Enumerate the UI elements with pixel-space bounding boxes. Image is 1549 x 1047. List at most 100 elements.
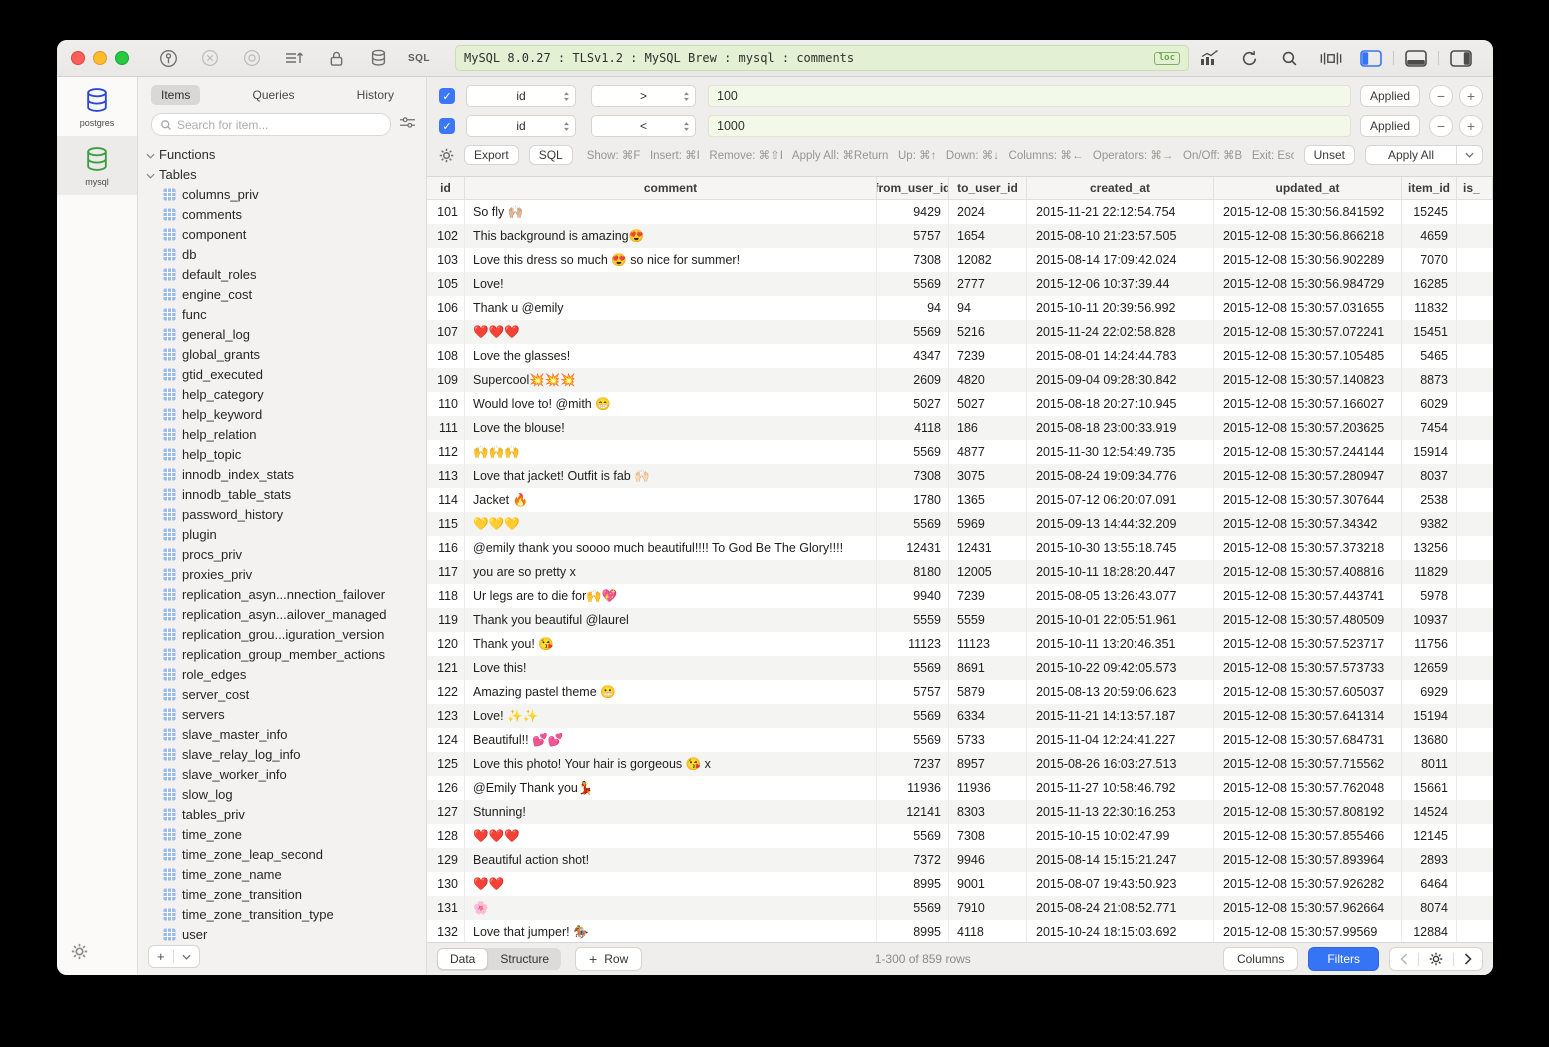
filter-value-input[interactable]: 100 [708, 85, 1351, 107]
sidebar-table-item[interactable]: time_zone_transition [138, 884, 426, 904]
filters-button[interactable]: Filters [1308, 947, 1379, 971]
remove-filter-button[interactable]: − [1429, 85, 1453, 107]
focus-frame-icon[interactable] [1309, 51, 1353, 66]
sidebar-table-item[interactable]: component [138, 224, 426, 244]
table-row[interactable]: 127 Stunning! 12141 8303 2015-11-13 22:3… [427, 800, 1493, 824]
column-header-comment[interactable]: comment [465, 177, 877, 199]
tab-queries[interactable]: Queries [242, 85, 304, 105]
tab-structure[interactable]: Structure [488, 948, 561, 970]
sidebar-table-item[interactable]: user [138, 924, 426, 944]
target-icon[interactable] [231, 49, 273, 67]
tab-data[interactable]: Data [437, 948, 488, 970]
table-row[interactable]: 121 Love this! 5569 8691 2015-10-22 09:4… [427, 656, 1493, 680]
sidebar-table-item[interactable]: time_zone_transition_type [138, 904, 426, 924]
table-row[interactable]: 107 ❤️❤️❤️ 5569 5216 2015-11-24 22:02:58… [427, 320, 1493, 344]
search-icon[interactable] [1269, 50, 1309, 67]
sidebar-table-item[interactable]: slave_relay_log_info [138, 744, 426, 764]
table-row[interactable]: 105 Love! 5569 2777 2015-12-06 10:37:39.… [427, 272, 1493, 296]
column-header-item-id[interactable]: item_id [1402, 177, 1457, 199]
table-row[interactable]: 132 Love that jumper! 🏇 8995 4118 2015-1… [427, 920, 1493, 942]
sidebar-table-item[interactable]: innodb_index_stats [138, 464, 426, 484]
table-row[interactable]: 108 Love the glasses! 4347 7239 2015-08-… [427, 344, 1493, 368]
connection-postgres[interactable]: postgres [57, 77, 137, 136]
unset-button[interactable]: Unset [1304, 145, 1355, 165]
toggle-left-panel-icon[interactable] [1353, 50, 1389, 67]
export-button[interactable]: Export [464, 145, 519, 165]
add-filter-button[interactable]: + [1459, 115, 1483, 137]
sidebar-table-item[interactable]: time_zone_leap_second [138, 844, 426, 864]
table-row[interactable]: 101 So fly 🙌🏼 9429 2024 2015-11-21 22:12… [427, 200, 1493, 224]
filter-enabled-checkbox[interactable]: ✓ [439, 118, 455, 134]
chart-icon[interactable] [1189, 50, 1229, 66]
sql-preview-button[interactable]: SQL [529, 145, 573, 165]
column-header-from-user-id[interactable]: from_user_id [877, 177, 949, 199]
add-filter-button[interactable]: + [1459, 85, 1483, 107]
table-row[interactable]: 113 Love that jacket! Outfit is fab 🙌🏻 7… [427, 464, 1493, 488]
sidebar-table-item[interactable]: tables_priv [138, 804, 426, 824]
sidebar-table-item[interactable]: engine_cost [138, 284, 426, 304]
table-row[interactable]: 128 ❤️❤️❤️ 5569 7308 2015-10-15 10:02:47… [427, 824, 1493, 848]
sidebar-table-item[interactable]: db [138, 244, 426, 264]
table-row[interactable]: 123 Love! ✨✨ 5569 6334 2015-11-21 14:13:… [427, 704, 1493, 728]
sidebar-table-item[interactable]: replication_grou...iguration_version [138, 624, 426, 644]
sidebar-table-item[interactable]: password_history [138, 504, 426, 524]
sql-editor-button[interactable]: SQL [399, 53, 439, 64]
column-header-id[interactable]: id [427, 177, 465, 199]
pin-connection-icon[interactable] [147, 49, 189, 68]
table-row[interactable]: 130 ❤️❤️ 8995 9001 2015-08-07 19:43:50.9… [427, 872, 1493, 896]
sidebar-table-item[interactable]: servers [138, 704, 426, 724]
table-row[interactable]: 106 Thank u @emily 94 94 2015-10-11 20:3… [427, 296, 1493, 320]
sidebar-table-item[interactable]: procs_priv [138, 544, 426, 564]
sidebar-table-item[interactable]: help_category [138, 384, 426, 404]
tab-items[interactable]: Items [151, 85, 200, 105]
database-icon[interactable] [357, 49, 399, 67]
add-item-button[interactable]: + [149, 949, 173, 964]
group-functions[interactable]: Functions [138, 144, 426, 164]
filter-operator-select[interactable]: < [591, 115, 696, 137]
filter-tune-icon[interactable] [399, 116, 416, 134]
toggle-bottom-panel-icon[interactable] [1398, 50, 1434, 67]
filter-value-input[interactable]: 1000 [708, 115, 1351, 137]
table-row[interactable]: 112 🙌🙌🙌 5569 4877 2015-11-30 12:54:49.73… [427, 440, 1493, 464]
page-settings-gear-icon[interactable] [1419, 952, 1453, 966]
sidebar-table-item[interactable]: comments [138, 204, 426, 224]
table-row[interactable]: 118 Ur legs are to die for🙌💖 9940 7239 2… [427, 584, 1493, 608]
filter-applied-button[interactable]: Applied [1360, 85, 1420, 107]
sidebar-table-item[interactable]: general_log [138, 324, 426, 344]
sidebar-table-item[interactable]: replication_asyn...nnection_failover [138, 584, 426, 604]
toggle-right-panel-icon[interactable] [1443, 50, 1479, 67]
chevron-down-icon[interactable] [1456, 146, 1482, 164]
list-export-icon[interactable] [273, 50, 315, 66]
table-row[interactable]: 114 Jacket 🔥 1780 1365 2015-07-12 06:20:… [427, 488, 1493, 512]
close-circle-icon[interactable] [189, 49, 231, 67]
settings-gear-icon[interactable] [71, 943, 88, 965]
table-row[interactable]: 115 💛💛💛 5569 5969 2015-09-13 14:44:32.20… [427, 512, 1493, 536]
sidebar-table-item[interactable]: slave_worker_info [138, 764, 426, 784]
sidebar-table-item[interactable]: plugin [138, 524, 426, 544]
filter-operator-select[interactable]: > [591, 85, 696, 107]
search-input[interactable]: Search for item... [151, 113, 391, 136]
sidebar-table-item[interactable]: default_roles [138, 264, 426, 284]
table-row[interactable]: 119 Thank you beautiful @laurel 5559 555… [427, 608, 1493, 632]
table-row[interactable]: 122 Amazing pastel theme 😬 5757 5879 201… [427, 680, 1493, 704]
sidebar-table-item[interactable]: help_topic [138, 444, 426, 464]
sidebar-table-item[interactable]: innodb_table_stats [138, 484, 426, 504]
sidebar-table-item[interactable]: help_keyword [138, 404, 426, 424]
close-window-button[interactable] [71, 51, 85, 65]
table-row[interactable]: 116 @emily thank you soooo much beautifu… [427, 536, 1493, 560]
columns-button[interactable]: Columns [1223, 947, 1298, 971]
table-row[interactable]: 109 Supercool💥💥💥 2609 4820 2015-09-04 09… [427, 368, 1493, 392]
apply-all-button[interactable]: Apply All [1365, 145, 1483, 165]
table-row[interactable]: 110 Would love to! @mith 😁 5027 5027 201… [427, 392, 1493, 416]
sidebar-table-item[interactable]: proxies_priv [138, 564, 426, 584]
next-page-button[interactable] [1454, 953, 1482, 965]
add-row-button[interactable]: + Row [575, 947, 642, 971]
column-header-is[interactable]: is_ [1457, 177, 1493, 199]
filter-column-select[interactable]: id [466, 115, 576, 137]
add-item-menu-button[interactable] [174, 954, 199, 960]
table-row[interactable]: 124 Beautiful!! 💕💕 5569 5733 2015-11-04 … [427, 728, 1493, 752]
table-row[interactable]: 125 Love this photo! Your hair is gorgeo… [427, 752, 1493, 776]
refresh-icon[interactable] [1229, 50, 1269, 67]
sidebar-table-item[interactable]: time_zone [138, 824, 426, 844]
table-row[interactable]: 117 you are so pretty x 8180 12005 2015-… [427, 560, 1493, 584]
